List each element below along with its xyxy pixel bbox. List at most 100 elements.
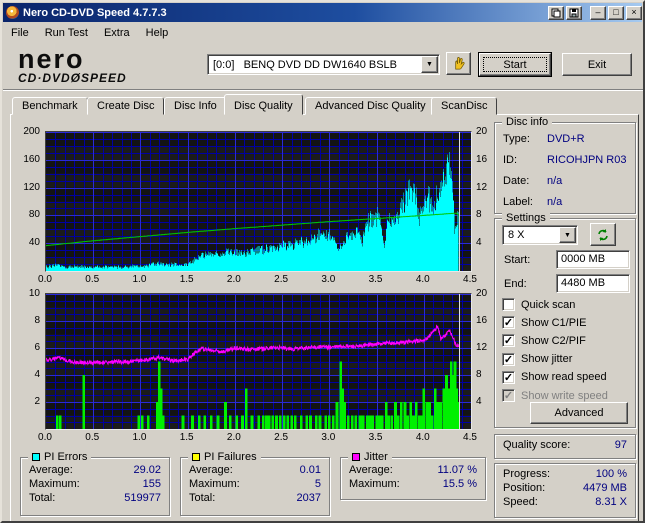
checkbox-box: ✓ [502,389,515,402]
menu-run-test[interactable]: Run Test [37,24,96,42]
checkbox-box[interactable]: ✓ [502,316,515,330]
checkbox-label: Show read speed [521,371,607,384]
axis-tick-label: 4.5 [463,432,477,443]
save-icon [569,8,579,17]
start-button[interactable]: Start [479,53,551,76]
pi-errors-legend: PI Errors [28,451,92,463]
nero-logo-wordmark: nero [18,44,85,74]
menu-extra[interactable]: Extra [96,24,138,42]
chevron-down-icon[interactable]: ▼ [559,227,576,243]
pif-average-label: Average: [189,464,233,476]
jitter-group: Jitter Average: 11.07 % Maximum: 15.5 % [340,451,486,500]
progress-panel: Progress: 100 % Position: 4479 MB Speed:… [494,463,636,518]
drive-select[interactable]: [0:0] BENQ DVD DD DW1640 BSLB ▼ [207,54,440,75]
eject-control-button[interactable] [446,52,471,75]
checkbox-label: Show jitter [521,353,573,366]
tab-disc-info[interactable]: Disc Info [164,97,227,115]
refresh-button[interactable] [590,223,616,246]
axis-tick-label: 4.5 [463,274,477,285]
tab-create-disc[interactable]: Create Disc [87,97,165,115]
axis-tick-label: 8 [476,209,482,221]
advanced-button[interactable]: Advanced [530,402,628,424]
tab-advanced-disc-quality[interactable]: Advanced Disc Quality [305,97,436,115]
pi-errors-title: PI Errors [44,451,88,463]
tab-scandisc[interactable]: ScanDisc [431,97,498,115]
nero-logo: nero CD·DVDØSPEED [18,44,168,86]
checkbox-show-jitter[interactable]: ✓ Show jitter [502,352,573,366]
jitter-maximum-value: 15.5 % [442,478,477,490]
pi-failures-legend: PI Failures [188,451,261,463]
pie-average-label: Average: [29,464,73,476]
checkbox-label: Show write speed [521,389,608,402]
axis-tick-label: 4 [476,237,482,249]
copy-icon [551,8,561,17]
menu-file[interactable]: File [3,24,37,42]
axis-tick-label: 3.5 [368,432,383,443]
axis-tick-label: 2.0 [226,274,241,285]
axis-tick-label: 4.0 [415,432,430,443]
minimize-button[interactable]: – [590,5,606,20]
axis-tick-label: 4.0 [415,274,430,285]
tab-disc-quality[interactable]: Disc Quality [224,94,303,115]
disc-id-value: RICOHJPN R03 [547,154,627,166]
checkbox-label: Show C2/PIF [521,334,586,347]
checkbox-box[interactable]: ✓ [502,370,515,384]
tab-benchmark[interactable]: Benchmark [12,97,88,115]
checkbox-show-read-speed[interactable]: ✓ Show read speed [502,370,607,384]
pie-total-label: Total: [29,492,56,504]
pie-total-value: 519977 [124,492,161,504]
axis-tick-label: 20 [476,126,488,137]
copy-screenshot-button[interactable] [548,5,564,20]
axis-tick-label: 4 [34,369,40,380]
toolbar-divider [3,89,643,91]
pi-failures-title: PI Failures [204,451,257,463]
axis-tick-label: 160 [23,153,40,165]
axis-tick-label: 0.0 [38,274,52,285]
nero-logo-subtitle: CD·DVDØSPEED [18,71,127,85]
jitter-maximum-label: Maximum: [349,478,400,490]
axis-tick-label: 2 [34,396,40,407]
scan-end-input[interactable]: 4480 MB [556,274,630,293]
menu-help[interactable]: Help [138,24,177,42]
speed-select[interactable]: 8 X ▼ [502,225,578,245]
drive-select-value: [0:0] BENQ DVD DD DW1640 BSLB [213,58,398,71]
position-label: Position: [503,482,546,494]
checkbox-quick-scan[interactable]: Quick scan [502,298,575,311]
save-results-button[interactable] [566,5,582,20]
axis-tick-label: 200 [23,126,40,137]
scan-start-input[interactable]: 0000 MB [556,250,630,269]
checkbox-show-c2-pif[interactable]: ✓ Show C2/PIF [502,334,586,348]
pi-errors-chart [45,131,472,272]
axis-tick-label: 0.5 [85,274,100,285]
jitter-average-value: 11.07 % [437,464,477,476]
disc-type-value: DVD+R [547,133,585,145]
pie-maximum-value: 155 [142,478,161,490]
checkbox-box[interactable] [502,298,515,311]
pi-failures-swatch [192,453,200,461]
maximize-button[interactable]: □ [608,5,624,20]
jitter-swatch [352,453,360,461]
exit-button[interactable]: Exit [562,53,632,76]
checkbox-box[interactable]: ✓ [502,352,515,366]
disc-type-label: Type: [503,133,530,145]
start-button-label: Start [503,58,527,71]
pif-total-label: Total: [189,492,216,504]
axis-tick-label: 2.5 [274,274,289,285]
axis-tick-label: 4 [476,396,482,407]
checkbox-box[interactable]: ✓ [502,334,515,348]
checkbox-show-c1-pie[interactable]: ✓ Show C1/PIE [502,316,586,330]
chevron-down-icon[interactable]: ▼ [421,56,438,73]
axis-tick-label: 16 [476,315,488,326]
settings-title: Settings [502,212,550,224]
advanced-button-label: Advanced [554,407,604,419]
close-button[interactable]: × [626,5,642,20]
axis-tick-label: 40 [28,237,40,249]
disc-id-label: ID: [503,154,518,166]
scan-end-label: End: [504,278,527,290]
axis-tick-label: 1.0 [132,274,147,285]
axis-tick-label: 3.0 [321,274,336,285]
disc-info-title: Disc info [502,116,553,128]
jitter-average-label: Average: [349,464,393,476]
pi-errors-group: PI Errors Average: 29.02 Maximum: 155 Tota… [20,451,170,516]
app-icon [6,6,19,19]
